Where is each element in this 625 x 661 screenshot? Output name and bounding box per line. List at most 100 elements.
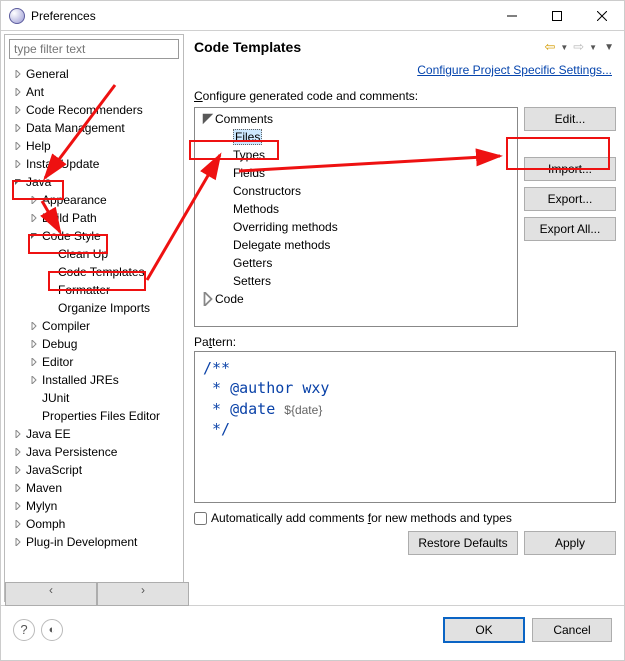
sidebar-item-organize-imports[interactable]: Organize Imports [5,299,183,317]
template-item-files[interactable]: Files [199,128,513,146]
twisty-icon[interactable] [11,499,25,513]
sidebar-item-properties-files-editor[interactable]: Properties Files Editor [5,407,183,425]
twisty-icon[interactable] [11,481,25,495]
project-settings-link[interactable]: Configure Project Specific Settings... [417,63,612,77]
twisty-icon[interactable] [27,229,41,243]
twisty-icon[interactable] [11,535,25,549]
twisty-icon[interactable] [11,157,25,171]
edit-button[interactable]: Edit... [524,107,616,131]
twisty-icon[interactable] [27,211,41,225]
template-item-getters[interactable]: Getters [199,254,513,272]
nav-back-icon[interactable]: ⇦ [544,39,555,55]
nav-fwd-drop[interactable]: ▼ [589,43,597,52]
template-item-overriding-methods[interactable]: Overriding methods [199,218,513,236]
minimize-button[interactable] [489,1,534,30]
twisty-icon[interactable] [27,319,41,333]
ok-button[interactable]: OK [444,618,524,642]
twisty-icon[interactable] [43,301,57,315]
twisty-icon[interactable] [43,265,57,279]
twisty-icon[interactable] [11,517,25,531]
template-item-constructors[interactable]: Constructors [199,182,513,200]
twisty-icon[interactable] [11,85,25,99]
sidebar-item-debug[interactable]: Debug [5,335,183,353]
sidebar-item-java[interactable]: Java [5,173,183,191]
twisty-icon[interactable] [27,409,41,423]
sidebar-item-editor[interactable]: Editor [5,353,183,371]
maximize-button[interactable] [534,1,579,30]
template-item-delegate-methods[interactable]: Delegate methods [199,236,513,254]
sidebar-hscroll[interactable]: ‹› [5,585,183,601]
template-item-types[interactable]: Types [199,146,513,164]
sidebar-item-clean-up[interactable]: Clean Up [5,245,183,263]
pattern-textarea[interactable]: /** * @author wxy * @date ${date} */ [194,351,616,503]
sidebar-item-appearance[interactable]: Appearance [5,191,183,209]
restore-defaults-button[interactable]: Restore Defaults [408,531,518,555]
export-all-button[interactable]: Export All... [524,217,616,241]
template-item-fields[interactable]: Fields [199,164,513,182]
template-item-comments[interactable]: Comments [199,110,513,128]
help-button[interactable]: ? [13,619,35,641]
view-menu-icon[interactable]: ▼ [604,42,614,53]
sidebar-item-help[interactable]: Help [5,137,183,155]
sidebar-item-maven[interactable]: Maven [5,479,183,497]
sidebar-item-label: General [25,67,69,81]
twisty-icon[interactable] [27,337,41,351]
title-bar: Preferences [1,1,624,31]
twisty-icon[interactable] [201,292,215,306]
sidebar-item-mylyn[interactable]: Mylyn [5,497,183,515]
sidebar-item-code-recommenders[interactable]: Code Recommenders [5,101,183,119]
sidebar-item-general[interactable]: General [5,65,183,83]
sidebar-item-javascript[interactable]: JavaScript [5,461,183,479]
template-item-methods[interactable]: Methods [199,200,513,218]
twisty-icon[interactable] [27,355,41,369]
template-item-label: Fields [233,166,265,180]
template-item-code[interactable]: Code [199,290,513,308]
sidebar-item-junit[interactable]: JUnit [5,389,183,407]
twisty-icon[interactable] [43,283,57,297]
preferences-tree[interactable]: General AntCode RecommendersData Manageme… [5,63,183,585]
sidebar-item-plug-in-development[interactable]: Plug-in Development [5,533,183,551]
twisty-icon[interactable] [11,175,25,189]
sidebar-item-label: Debug [41,337,77,351]
close-button[interactable] [579,1,624,30]
sidebar-item-java-ee[interactable]: Java EE [5,425,183,443]
nav-fwd-icon[interactable]: ⇨ [573,39,584,55]
twisty-icon[interactable] [11,427,25,441]
twisty-icon[interactable] [11,121,25,135]
apply-button[interactable]: Apply [524,531,616,555]
sidebar-item-code-style[interactable]: Code Style [5,227,183,245]
sidebar-item-label: Organize Imports [57,301,150,315]
twisty-icon[interactable] [11,103,25,117]
auto-comments-checkbox[interactable] [194,512,207,525]
twisty-icon[interactable] [11,445,25,459]
sidebar-item-formatter[interactable]: Formatter [5,281,183,299]
twisty-icon[interactable] [27,193,41,207]
app-icon [9,8,25,24]
filter-input[interactable] [9,39,179,59]
import-export-button[interactable]: ◐ [41,619,63,641]
export-button[interactable]: Export... [524,187,616,211]
template-item-setters[interactable]: Setters [199,272,513,290]
twisty-icon[interactable] [11,67,25,81]
sidebar-item-install-update[interactable]: Install/Update [5,155,183,173]
sidebar-item-data-management[interactable]: Data Management [5,119,183,137]
sidebar-item-build-path[interactable]: Build Path [5,209,183,227]
template-item-label: Constructors [233,184,301,198]
import-button[interactable]: Import... [524,157,616,181]
twisty-icon[interactable] [27,391,41,405]
twisty-icon[interactable] [27,373,41,387]
cancel-button[interactable]: Cancel [532,618,612,642]
twisty-icon[interactable] [11,463,25,477]
twisty-icon[interactable] [43,247,57,261]
sidebar-item-compiler[interactable]: Compiler [5,317,183,335]
twisty-icon[interactable] [201,112,215,126]
sidebar-item-oomph[interactable]: Oomph [5,515,183,533]
templates-tree[interactable]: Comments FilesTypes Fields Constructors Meth… [194,107,518,327]
sidebar-item-installed-jres[interactable]: Installed JREs [5,371,183,389]
sidebar-item-ant[interactable]: Ant [5,83,183,101]
nav-back-drop[interactable]: ▼ [560,43,568,52]
twisty-icon[interactable] [11,139,25,153]
template-item-label: Comments [215,112,273,126]
sidebar-item-code-templates[interactable]: Code Templates [5,263,183,281]
sidebar-item-java-persistence[interactable]: Java Persistence [5,443,183,461]
